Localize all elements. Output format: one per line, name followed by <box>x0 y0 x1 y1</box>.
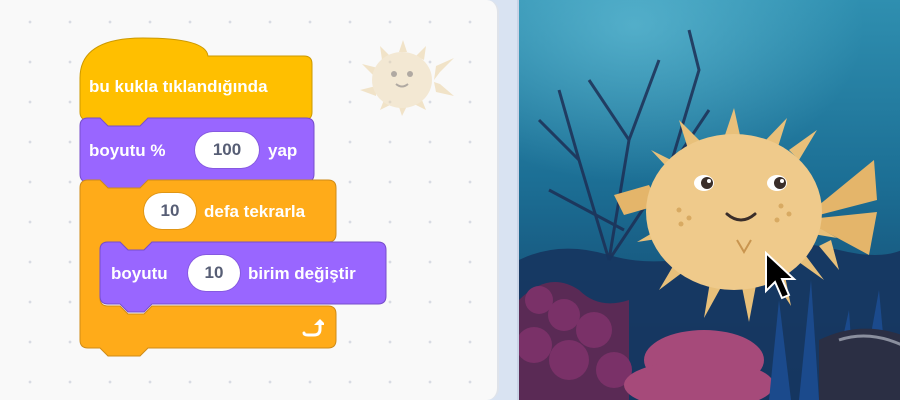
change-size-value-input[interactable]: 10 <box>188 255 240 291</box>
fish-eye-right <box>767 175 787 191</box>
change-size-suffix[interactable]: birim değiştir <box>248 264 356 284</box>
repeat-label[interactable]: defa tekrarla <box>204 202 305 222</box>
set-size-prefix[interactable]: boyutu % <box>89 141 166 161</box>
set-size-suffix[interactable]: yap <box>268 141 297 161</box>
loop-arrow-icon <box>302 319 324 337</box>
repeat-count-input[interactable]: 10 <box>144 193 196 229</box>
fish-eye-left <box>694 175 714 191</box>
stage[interactable] <box>517 0 900 400</box>
stage-canvas[interactable] <box>519 0 900 400</box>
event-block-label[interactable]: bu kukla tıklandığında <box>89 77 268 97</box>
code-area[interactable]: bu kukla tıklandığında boyutu % 100 yap … <box>0 0 499 400</box>
change-size-prefix[interactable]: boyutu <box>111 264 168 284</box>
set-size-value-input[interactable]: 100 <box>195 132 259 168</box>
script-shapes <box>79 37 387 357</box>
